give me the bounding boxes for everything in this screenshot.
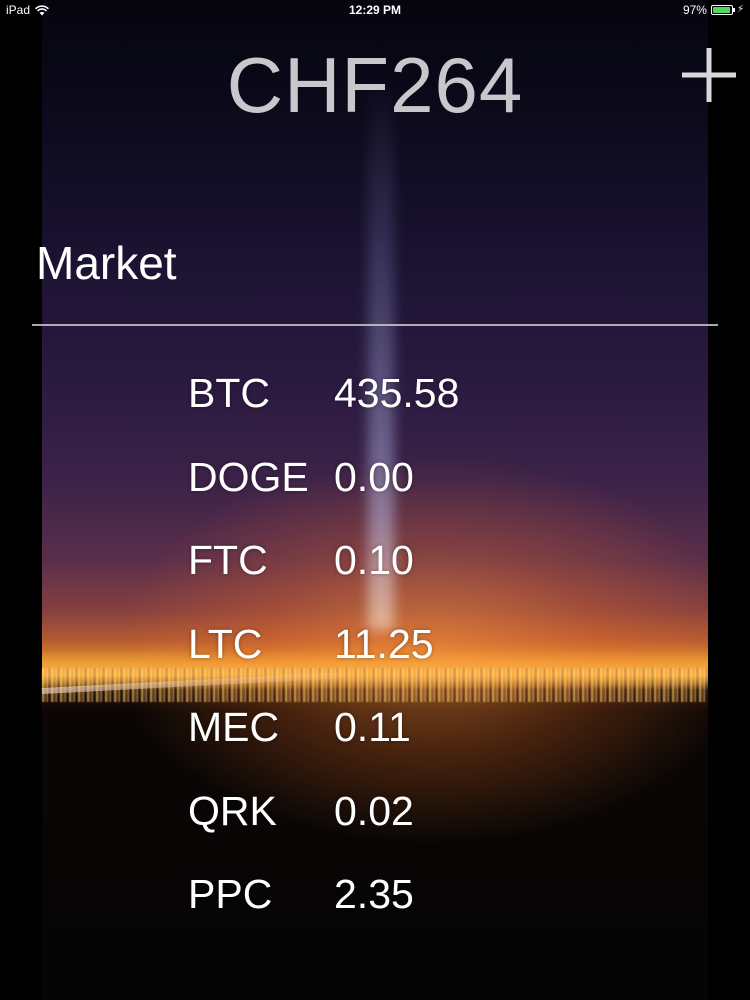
market-row[interactable]: QRK 0.02 (188, 770, 588, 854)
coin-symbol: BTC (188, 370, 270, 417)
page-title: CHF264 (226, 41, 524, 129)
section-divider (32, 324, 718, 326)
market-list: BTC 435.58 DOGE 0.00 FTC 0.10 LTC 11.25 … (188, 352, 588, 937)
market-row[interactable]: MEC 0.11 (188, 686, 588, 770)
add-button[interactable] (682, 48, 736, 102)
battery-level-fill (712, 7, 731, 13)
coin-symbol: PPC (188, 871, 273, 918)
market-row[interactable]: PPC 2.35 (188, 853, 588, 937)
market-row[interactable]: DOGE 0.00 (188, 436, 588, 520)
charging-bolt-icon: ⚡ (736, 4, 744, 15)
coin-price: 0.10 (334, 537, 414, 584)
coin-price: 435.58 (334, 370, 460, 417)
coin-price: 0.00 (334, 453, 414, 500)
coin-price: 11.25 (334, 620, 434, 667)
market-row[interactable]: LTC 11.25 (188, 603, 588, 687)
battery-percent: 97% (682, 3, 707, 17)
coin-price: 2.35 (334, 871, 414, 918)
battery-icon (710, 5, 735, 15)
coin-symbol: MEC (188, 704, 280, 751)
coin-symbol: QRK (188, 787, 277, 834)
battery-nub (732, 8, 735, 12)
coin-price: 0.02 (334, 787, 414, 834)
status-right: 97% ⚡ (683, 3, 744, 17)
status-bar: iPad 12:29 PM 97% ⚡ (0, 0, 750, 20)
coin-symbol: DOGE (188, 453, 309, 500)
coin-price: 0.11 (334, 704, 411, 751)
market-row[interactable]: FTC 0.10 (188, 519, 588, 603)
plus-icon (682, 48, 736, 102)
status-time: 12:29 PM (348, 3, 402, 17)
coin-symbol: FTC (188, 537, 268, 584)
market-row[interactable]: BTC 435.58 (188, 352, 588, 436)
app-screen: iPad 12:29 PM 97% ⚡ CHF264 Market BTC 43… (0, 0, 750, 1000)
section-title-market: Market (36, 237, 177, 289)
coin-symbol: LTC (188, 620, 263, 667)
